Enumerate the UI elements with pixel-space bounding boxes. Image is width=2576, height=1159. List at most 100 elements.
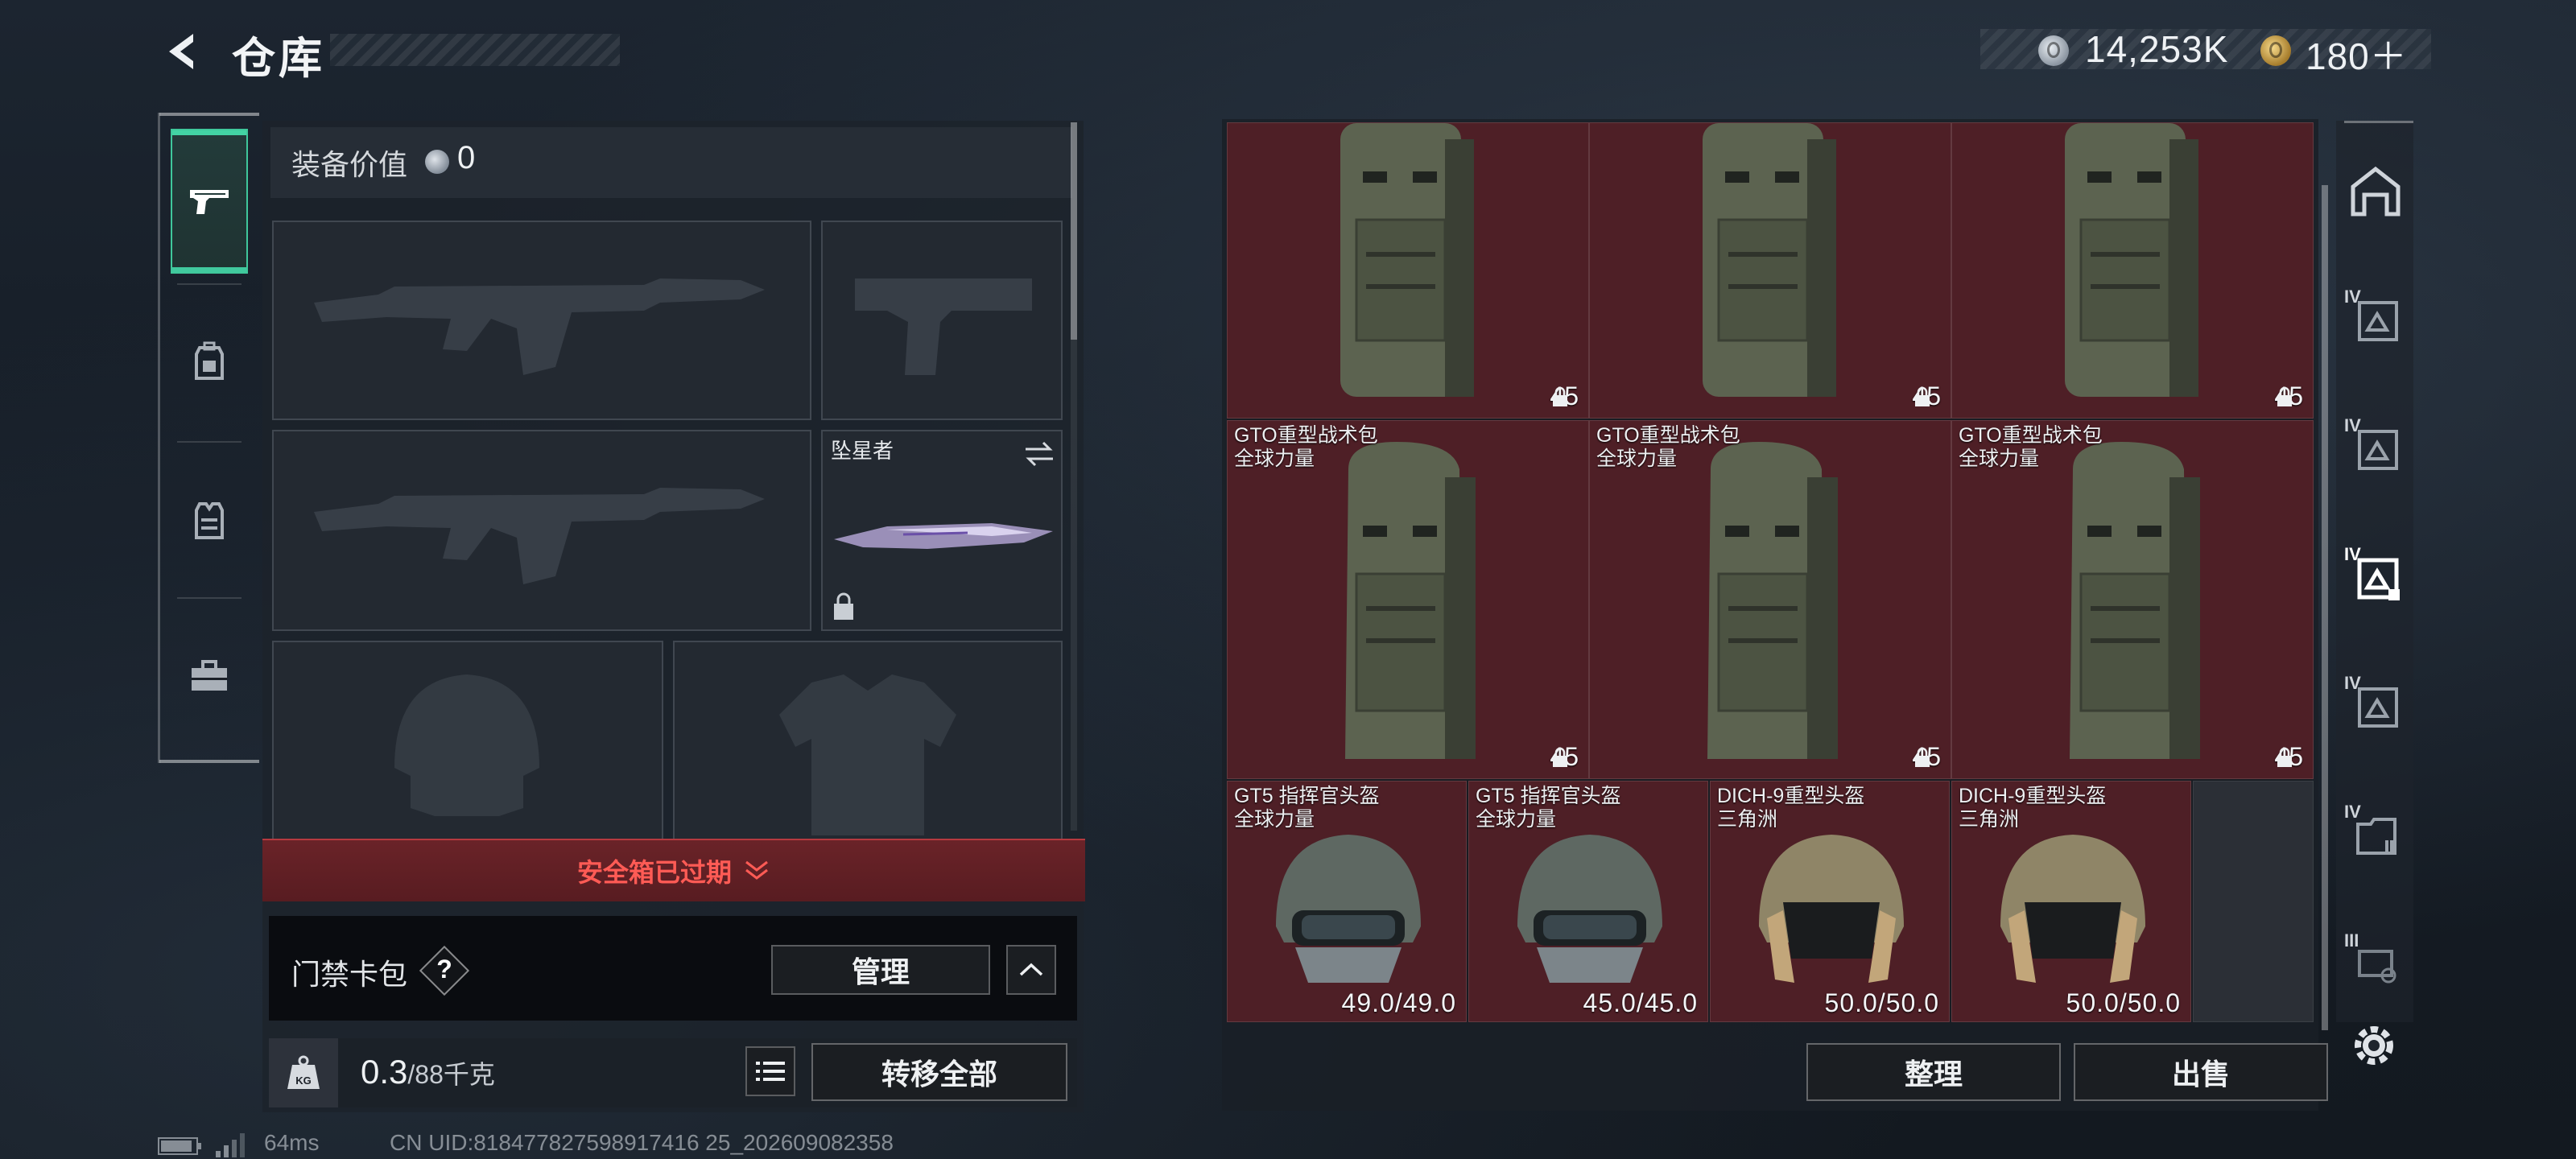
collapse-button[interactable] [1006,945,1056,995]
storage-tab-1[interactable]: IV [2339,278,2412,359]
tab-case[interactable] [171,604,248,749]
gold-coin-icon [2260,35,2291,66]
safe-box-expired-bar[interactable]: 安全箱已过期 [262,839,1085,901]
manage-button[interactable]: 管理 [771,945,990,995]
weight-max: /88千克 [407,1060,495,1089]
silver-currency-amount[interactable]: 14,253K [2085,27,2228,71]
back-arrow-icon[interactable] [158,27,206,76]
storage-scrollbar-thumb[interactable] [2322,185,2328,1030]
armor-silhouette-icon [779,674,956,835]
lock-icon [1915,386,1930,406]
list-icon [756,1062,785,1081]
double-chevron-down-icon [745,860,768,880]
storage-tab-3[interactable]: IV [2339,536,2412,617]
storage-item-dich9-helmet[interactable]: DICH-9重型头盔 三角洲 50.0/50.0 [1710,781,1950,1022]
sell-button[interactable]: 出售 [2074,1043,2328,1101]
item-name: GTO重型战术包 全球力量 [1596,424,1740,470]
item-name: GT5 指挥官头盔 全球力量 [1234,785,1380,831]
helmet-item-icon [2000,835,2145,983]
storage-tab-5[interactable]: IV [2339,794,2412,874]
list-view-button[interactable] [745,1046,795,1096]
item-count: 45 [2274,382,2303,411]
lock-icon [1915,747,1930,767]
item-count: 45 [1912,382,1941,411]
storage-tab-6[interactable]: III [2339,922,2412,1003]
battery-icon [158,1137,201,1155]
item-name: DICH-9重型头盔 三角洲 [1717,785,1865,831]
storage-item-backpack[interactable]: 45 [1951,122,2314,419]
gold-currency-amount[interactable]: 180＋ [2306,27,2408,80]
item-name: DICH-9重型头盔 三角洲 [1959,785,2107,831]
tab-separator [177,597,242,599]
weight-current: 0.3 [361,1053,408,1091]
storage-tab-4[interactable]: IV [2339,665,2412,745]
weight-icon-box: KG [269,1038,338,1107]
pistol-icon [190,190,229,214]
lock-icon [2277,747,2293,767]
tab-rail-top-line [159,113,259,116]
briefcase-icon [192,660,227,691]
tab-vest[interactable] [171,448,248,592]
tab-rail-bottom-line [159,760,259,763]
backpack-item-icon [2070,442,2200,759]
item-name: GT5 指挥官头盔 全球力量 [1476,785,1621,831]
storage-item-gt5-helmet[interactable]: GT5 指挥官头盔 全球力量 45.0/45.0 [1468,781,1708,1022]
keycard-pack-label: 门禁卡包 [291,958,408,991]
storage-item-gto-backpack[interactable]: GTO重型战术包全球力量 45 [1951,420,2314,779]
knife-icon [834,523,1053,549]
weight-value: 0.3/88千克 [361,1053,495,1091]
user-uid: CN UID:818477827598917416 25_20260908235… [390,1130,894,1155]
storage-item-backpack[interactable]: 45 [1227,122,1589,419]
item-count: 45 [1912,742,1941,772]
storage-item-backpack[interactable]: 45 [1589,122,1951,419]
tab-weapons[interactable] [171,129,248,274]
rifle-silhouette-icon [314,278,765,375]
storage-item-gto-backpack[interactable]: GTO重型战术包全球力量 45 [1589,420,1951,779]
item-durability: 50.0/50.0 [2066,988,2181,1017]
armor-slot[interactable] [673,641,1063,842]
page-title: 仓库 [232,35,325,83]
signal-icon [216,1133,245,1157]
tab-separator [177,441,242,443]
chevron-up-icon [1019,963,1043,976]
tab-backpack[interactable] [171,290,248,435]
melee-slot[interactable]: 坠星者 [821,430,1063,631]
helmet-item-icon [1276,835,1421,983]
storage-home-icon [2351,166,2401,217]
primary-weapon-slot[interactable] [272,221,811,420]
item-count: 45 [1550,382,1579,411]
item-name: GTO重型战术包 全球力量 [1959,424,2103,470]
silver-coin-icon [425,150,449,174]
transfer-all-button[interactable]: 转移全部 [811,1043,1067,1101]
item-count: 45 [1550,742,1579,772]
helmet-silhouette-icon [394,674,539,816]
equipment-scrollbar-thumb[interactable] [1071,122,1077,340]
lock-icon [2277,386,2293,406]
pistol-silhouette-icon [855,278,1032,375]
silver-coin-icon [2038,35,2069,66]
backpack-item-icon [1340,123,1474,397]
rifle-silhouette-icon [314,488,765,584]
storage-tab-2[interactable]: IV [2339,407,2412,488]
helmet-item-icon [1759,835,1904,983]
lock-icon [1553,386,1568,406]
storage-item-gto-backpack[interactable]: GTO重型战术包全球力量 45 [1227,420,1589,779]
item-durability: 49.0/49.0 [1341,988,1456,1017]
storage-item-dich9-helmet[interactable]: DICH-9重型头盔 三角洲 50.0/50.0 [1951,781,2191,1022]
help-icon-symbol: ? [436,955,452,984]
storage-empty-cell[interactable] [2193,781,2314,1022]
title-decoration [330,34,620,66]
storage-home-tab[interactable] [2339,151,2412,232]
secondary-weapon-slot[interactable] [272,430,811,631]
backpack-icon [195,341,224,380]
storage-item-gt5-helmet[interactable]: GT5 指挥官头盔 全球力量 49.0/49.0 [1227,781,1467,1022]
item-durability: 50.0/50.0 [1824,988,1939,1017]
pistol-slot[interactable] [821,221,1063,420]
equipment-value: 0 [457,140,476,175]
sort-button[interactable]: 整理 [1806,1043,2061,1101]
swap-icon[interactable] [1022,439,1056,468]
helmet-slot[interactable] [272,641,663,842]
weight-kg-icon: KG [287,1055,320,1089]
gear-icon[interactable] [2346,1017,2402,1074]
item-count: 45 [2274,742,2303,772]
